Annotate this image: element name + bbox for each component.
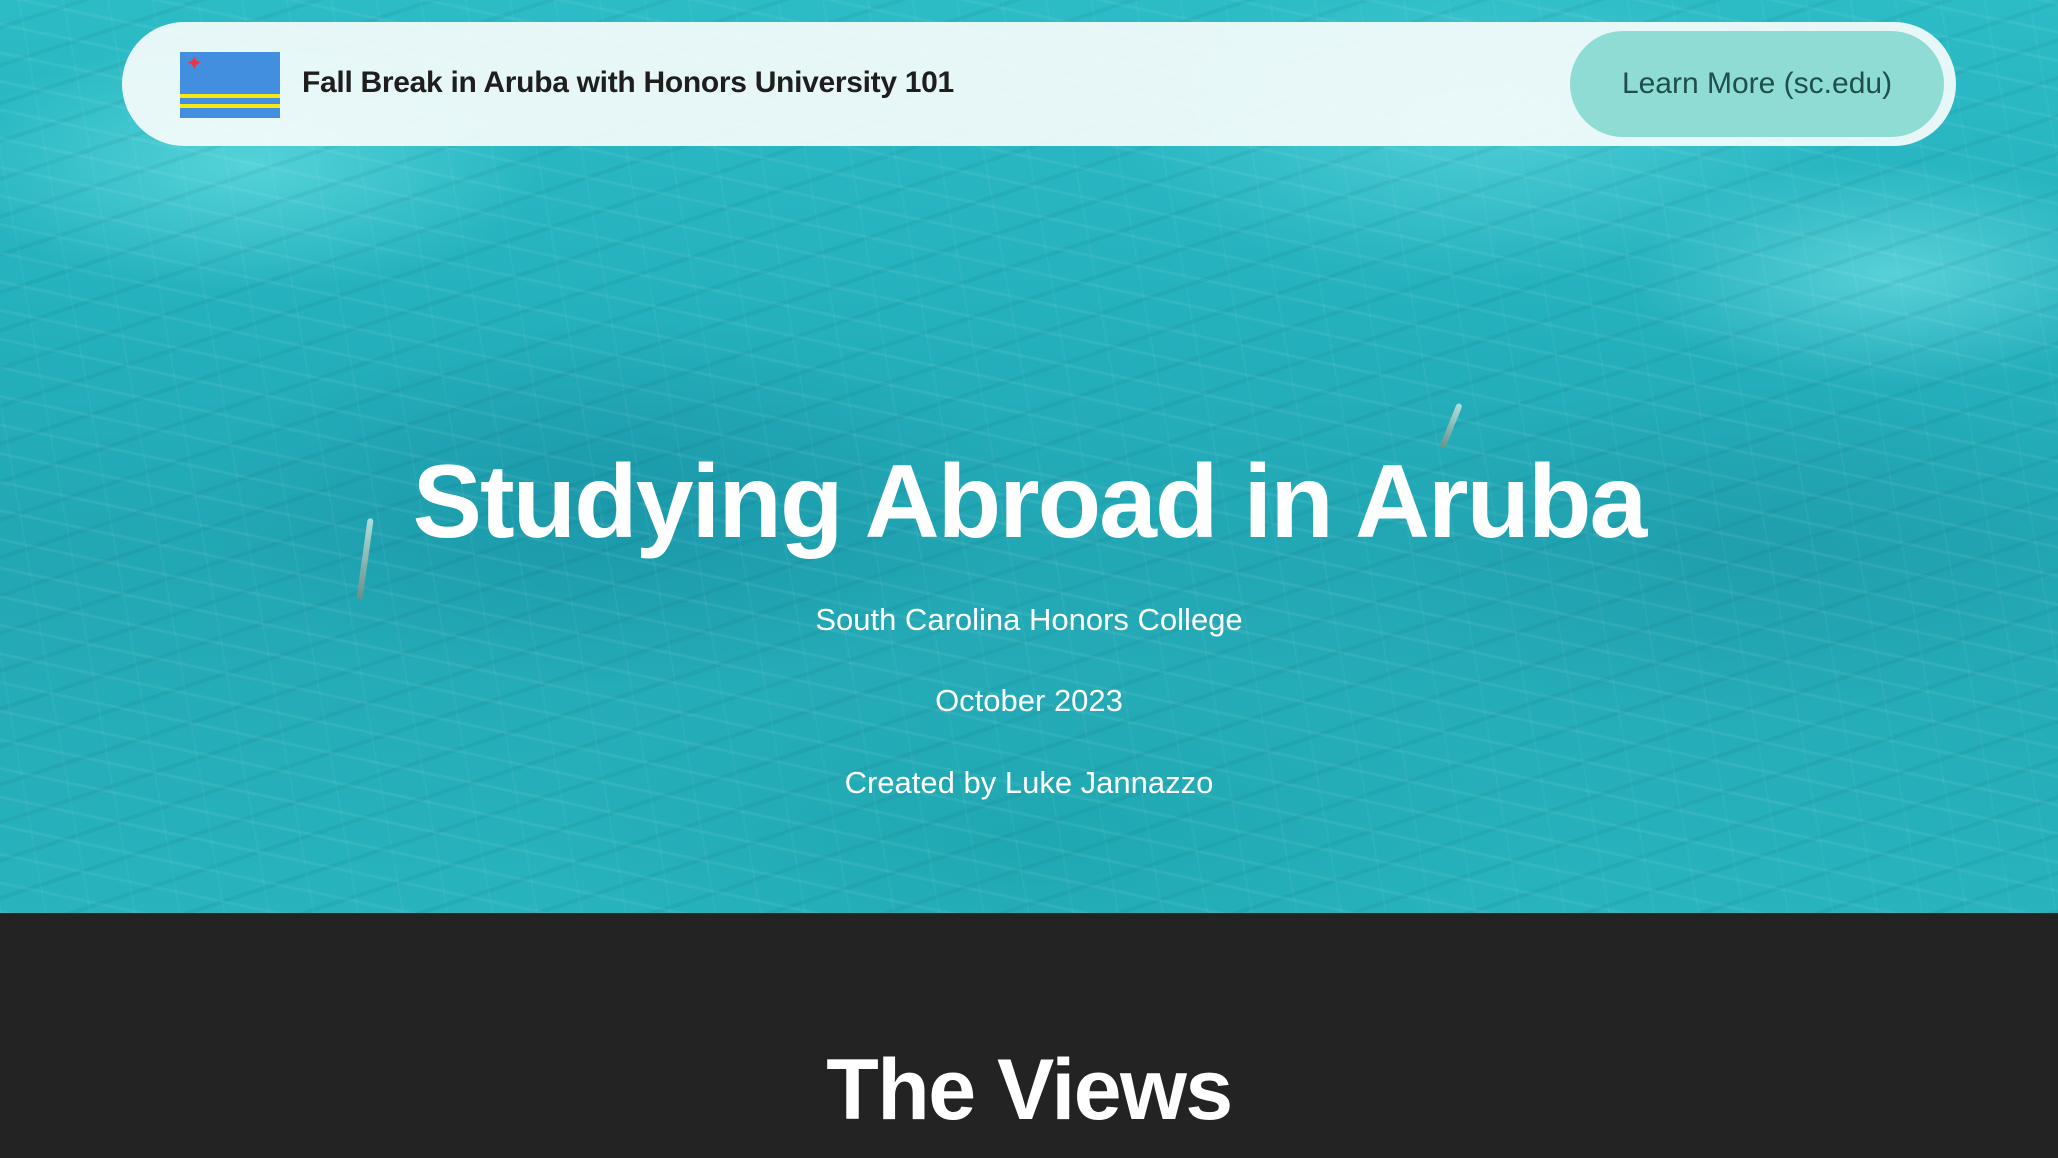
aruba-flag-icon: ✦ — [180, 52, 280, 118]
flag-stripe — [180, 104, 280, 108]
top-navbar: ✦ Fall Break in Aruba with Honors Univer… — [122, 22, 1956, 146]
flag-stripe — [180, 94, 280, 98]
section-title-views: The Views — [826, 1042, 1233, 1138]
flag-star-icon: ✦ — [186, 53, 203, 75]
page: ✦ Fall Break in Aruba with Honors Univer… — [0, 0, 2058, 1158]
hero-title: Studying Abroad in Aruba — [412, 444, 1648, 560]
site-title[interactable]: Fall Break in Aruba with Honors Universi… — [302, 66, 954, 100]
hero-date: October 2023 — [935, 683, 1123, 718]
hero-subtitle: South Carolina Honors College — [815, 602, 1243, 637]
hero-credit: Created by Luke Jannazzo — [844, 765, 1214, 800]
learn-more-button[interactable]: Learn More (sc.edu) — [1570, 31, 1944, 137]
hero-ocean-image: ✦ Fall Break in Aruba with Honors Univer… — [0, 0, 2058, 913]
